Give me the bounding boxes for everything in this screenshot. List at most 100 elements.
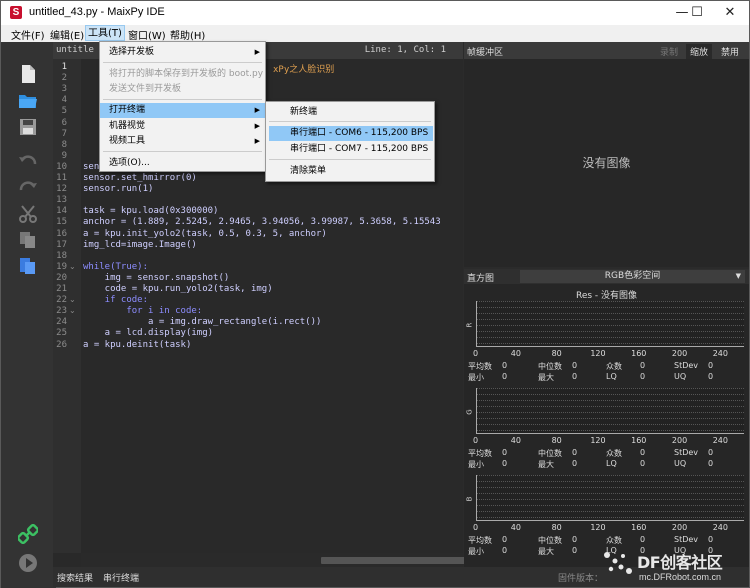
resolution-label: Res - 没有图像: [575, 291, 638, 301]
terminal-submenu-item[interactable]: 清除菜单: [266, 164, 434, 179]
menu-help[interactable]: 帮助(H): [170, 27, 205, 42]
save-icon[interactable]: [18, 117, 38, 137]
maximize-button[interactable]: ☐: [685, 4, 709, 22]
stat-value: 0: [572, 372, 578, 381]
redo-icon[interactable]: [18, 178, 38, 198]
record-button[interactable]: 录制: [656, 44, 682, 59]
run-icon[interactable]: [18, 553, 38, 573]
tools-menu-item[interactable]: 机器视觉 ▶: [100, 119, 265, 134]
stat-value: 0: [572, 459, 578, 468]
x-tick-label: 80: [551, 436, 562, 445]
tab-serial-terminal[interactable]: 串行终端: [103, 571, 139, 584]
line-number: 23: [56, 306, 67, 317]
app-logo-icon: S: [10, 6, 22, 19]
menu-separator: [103, 151, 262, 152]
firmware-version: 固件版本：: [558, 574, 604, 584]
code-line: img = sensor.snapshot(): [83, 272, 230, 283]
tools-menu-item[interactable]: 选择开发板 ▶: [100, 45, 265, 60]
menu-item-label: 清除菜单: [290, 166, 327, 176]
menu-file[interactable]: 文件(F): [11, 27, 45, 42]
new-file-icon[interactable]: [18, 64, 38, 84]
zoom-button[interactable]: 缩放: [686, 44, 713, 59]
tools-menu-item[interactable]: 打开终端 ▶: [100, 103, 265, 118]
menu-edit[interactable]: 编辑(E): [50, 27, 84, 42]
scroll-thumb[interactable]: [321, 557, 471, 564]
connect-icon[interactable]: [18, 524, 38, 544]
stat-value: 0: [572, 546, 578, 555]
y-axis: [476, 475, 477, 521]
stat-value: 0: [708, 535, 714, 544]
stat-value: 0: [572, 361, 578, 370]
stat-label: 中位数: [538, 362, 562, 371]
open-folder-icon[interactable]: [18, 90, 38, 110]
cursor-position: Line: 1, Col: 1: [364, 45, 446, 55]
line-number: 19: [56, 261, 67, 272]
stat-value: 0: [708, 372, 714, 381]
line-number: 16: [56, 228, 67, 239]
grid-line: [476, 517, 744, 518]
x-tick-label: 200: [671, 523, 688, 532]
paste-icon[interactable]: [18, 256, 38, 276]
cut-icon[interactable]: [18, 204, 38, 224]
menu-item-label: 串行端口 - COM6 - 115,200 BPS: [290, 128, 429, 138]
histogram-chart-r: [476, 301, 744, 347]
submenu-arrow-icon: ▶: [254, 48, 260, 56]
stat-value: 0: [640, 361, 646, 370]
x-tick-label: 120: [590, 523, 606, 532]
horizontal-scrollbar[interactable]: [81, 553, 471, 567]
grid-line: [476, 505, 744, 506]
line-number: 25: [56, 328, 67, 339]
channel-label: G: [465, 409, 474, 415]
code-line: while(True):: [83, 261, 149, 272]
no-image-text: 没有图像: [582, 156, 631, 170]
framebuffer-title: 帧缓冲区: [467, 48, 504, 58]
histogram-chart-b: [476, 475, 744, 521]
stat-value: 0: [502, 448, 508, 457]
menu-window[interactable]: 窗口(W): [128, 27, 166, 42]
fold-chevron-icon[interactable]: ⌄: [69, 262, 76, 271]
tools-menu-item: 发送文件到开发板: [100, 82, 265, 97]
grid-line: [476, 319, 744, 320]
x-tick-label: 240: [712, 523, 728, 532]
tab-search-results[interactable]: 搜索结果: [57, 571, 93, 584]
tools-menu-item[interactable]: 视频工具 ▶: [100, 134, 265, 149]
menu-item-label: 打开终端: [109, 105, 146, 115]
copy-icon[interactable]: [18, 230, 38, 250]
stat-label: 最小: [468, 373, 484, 382]
fold-chevron-icon[interactable]: ⌄: [69, 295, 76, 304]
stat-label: 最小: [468, 460, 484, 469]
menu-bar: 文件(F) 编辑(E) 工具(T) 窗口(W) 帮助(H): [1, 25, 749, 42]
terminal-submenu-item[interactable]: 新终端: [266, 105, 434, 120]
stat-value: 0: [708, 459, 714, 468]
stat-label: 众数: [606, 362, 622, 371]
stat-value: 0: [640, 372, 646, 381]
close-button[interactable]: ✕: [718, 4, 742, 22]
line-number: 17: [56, 239, 67, 250]
stat-label: 平均数: [468, 536, 492, 545]
terminal-submenu-item[interactable]: 串行端口 - COM6 - 115,200 BPS: [269, 126, 433, 141]
line-number: 7: [61, 128, 67, 139]
disable-button[interactable]: 禁用: [717, 44, 743, 59]
menu-tools[interactable]: 工具(T): [85, 25, 125, 41]
ide-window: S untitled_43.py - MaixPy IDE — ☐ ✕ 文件(F…: [0, 0, 750, 588]
x-tick-label: 200: [671, 349, 688, 358]
code-line: task = kpu.load(0x300000): [83, 206, 219, 217]
channel-label: B: [465, 496, 474, 502]
stat-value: 0: [502, 372, 508, 381]
y-axis: [476, 301, 477, 347]
undo-icon[interactable]: [18, 152, 38, 172]
x-tick-label: 40: [510, 436, 521, 445]
grid-line: [476, 307, 744, 308]
terminal-submenu-item[interactable]: 串行端口 - COM7 - 115,200 BPS: [266, 142, 434, 157]
stat-value: 0: [572, 535, 578, 544]
fold-chevron-icon[interactable]: ⌄: [69, 306, 76, 315]
x-tick-label: 0: [473, 349, 479, 358]
tools-menu-item[interactable]: 选项(O)...: [100, 156, 265, 171]
stat-label: UQ: [674, 372, 687, 381]
line-number: 15: [56, 217, 67, 228]
grid-line: [476, 301, 744, 302]
file-tab[interactable]: untitle: [56, 45, 94, 55]
line-number-gutter: 1 2 3 4 5 6 7 8 9 10 11 12 13 14 15 16 17 18 19 ⌄ 20 21 22 ⌄ 23 ⌄…: [53, 59, 81, 553]
color-space-select[interactable]: RGB色彩空间 ▼: [520, 270, 745, 283]
stat-value: 0: [502, 535, 508, 544]
